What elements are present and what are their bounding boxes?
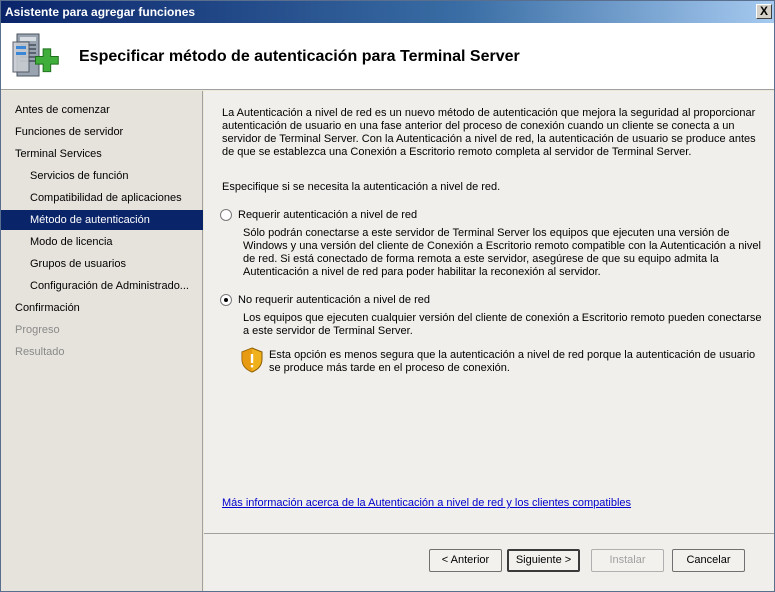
wizard-header: Especificar método de autenticación para… xyxy=(1,23,774,90)
require-nla-radio[interactable] xyxy=(220,209,232,221)
description-line: Los equipos que ejecuten cualquier versi… xyxy=(243,312,762,324)
prompt-text: Especifique si se necesita la autenticac… xyxy=(222,181,501,193)
sidebar-item-servicios-de-funcion[interactable]: Servicios de función xyxy=(1,166,203,186)
description-line: de red. Si está conectado de forma remot… xyxy=(243,253,719,265)
server-add-icon xyxy=(12,33,59,77)
sidebar-item-confirmacion[interactable]: Confirmación xyxy=(1,298,203,318)
no-require-nla-radio[interactable] xyxy=(220,294,232,306)
option-no-require-nla[interactable]: No requerir autenticación a nivel de red xyxy=(220,293,430,307)
sidebar-item-modo-licencia[interactable]: Modo de licencia xyxy=(1,232,203,252)
sidebar-item-resultado: Resultado xyxy=(15,346,65,358)
require-nla-description: Sólo podrán conectarse a este servidor d… xyxy=(243,227,761,279)
intro-line: de que se establezca una Conexión a Escr… xyxy=(222,146,692,158)
sidebar-item-configuracion-administrador[interactable]: Configuración de Administrado... xyxy=(1,276,203,296)
install-button: Instalar xyxy=(591,549,664,572)
cancel-button[interactable]: Cancelar xyxy=(672,549,745,572)
wizard-window: Asistente para agregar funciones X Espec… xyxy=(0,0,775,592)
title-bar[interactable]: Asistente para agregar funciones X xyxy=(1,1,774,23)
next-button[interactable]: Siguiente > xyxy=(507,549,580,572)
intro-line: servidor de Terminal Server. Con la Aute… xyxy=(222,133,756,145)
wizard-footer: < Anterior Siguiente > Instalar Cancelar xyxy=(204,534,774,591)
warning-text: Esta opción es menos segura que la auten… xyxy=(269,349,755,375)
window-title: Asistente para agregar funciones xyxy=(5,5,196,19)
sidebar-item-metodo-autenticacion[interactable]: Método de autenticación xyxy=(1,210,203,230)
no-require-nla-description: Los equipos que ejecuten cualquier versi… xyxy=(243,312,762,338)
description-line: Windows y una versión del cliente de Con… xyxy=(243,240,761,252)
sidebar-item-funciones-de-servidor[interactable]: Funciones de servidor xyxy=(1,122,203,142)
description-line: a este servidor de Terminal Server. xyxy=(243,325,413,337)
sidebar-item-antes-de-comenzar[interactable]: Antes de comenzar xyxy=(1,100,203,120)
wizard-content: La Autenticación a nivel de red es un nu… xyxy=(204,91,774,533)
back-button[interactable]: < Anterior xyxy=(429,549,502,572)
intro-line: autenticación de usuario en una fase ant… xyxy=(222,120,735,132)
intro-text: La Autenticación a nivel de red es un nu… xyxy=(222,107,756,159)
description-line: Sólo podrán conectarse a este servidor d… xyxy=(243,227,730,239)
wizard-steps-sidebar: Antes de comenzar Funciones de servidor … xyxy=(1,91,203,591)
security-shield-warning-icon xyxy=(241,347,263,373)
page-title: Especificar método de autenticación para… xyxy=(79,48,520,65)
warning-line: Esta opción es menos segura que la auten… xyxy=(269,349,756,361)
description-line: Autenticación a nivel de red para poder … xyxy=(243,266,601,278)
no-require-nla-label[interactable]: No requerir autenticación a nivel de red xyxy=(238,294,430,306)
option-require-nla[interactable]: Requerir autenticación a nivel de red xyxy=(220,208,417,222)
require-nla-label[interactable]: Requerir autenticación a nivel de red xyxy=(238,209,417,221)
close-button[interactable]: X xyxy=(756,4,772,19)
sidebar-item-terminal-services[interactable]: Terminal Services xyxy=(1,144,203,164)
warning-line: se produce más tarde en el proceso de co… xyxy=(269,362,510,374)
sidebar-item-progreso: Progreso xyxy=(15,324,60,336)
sidebar-item-compatibilidad[interactable]: Compatibilidad de aplicaciones xyxy=(1,188,203,208)
more-info-link[interactable]: Más información acerca de la Autenticaci… xyxy=(222,497,631,509)
intro-line: La Autenticación a nivel de red es un nu… xyxy=(222,107,756,119)
sidebar-item-grupos-usuarios[interactable]: Grupos de usuarios xyxy=(1,254,203,274)
